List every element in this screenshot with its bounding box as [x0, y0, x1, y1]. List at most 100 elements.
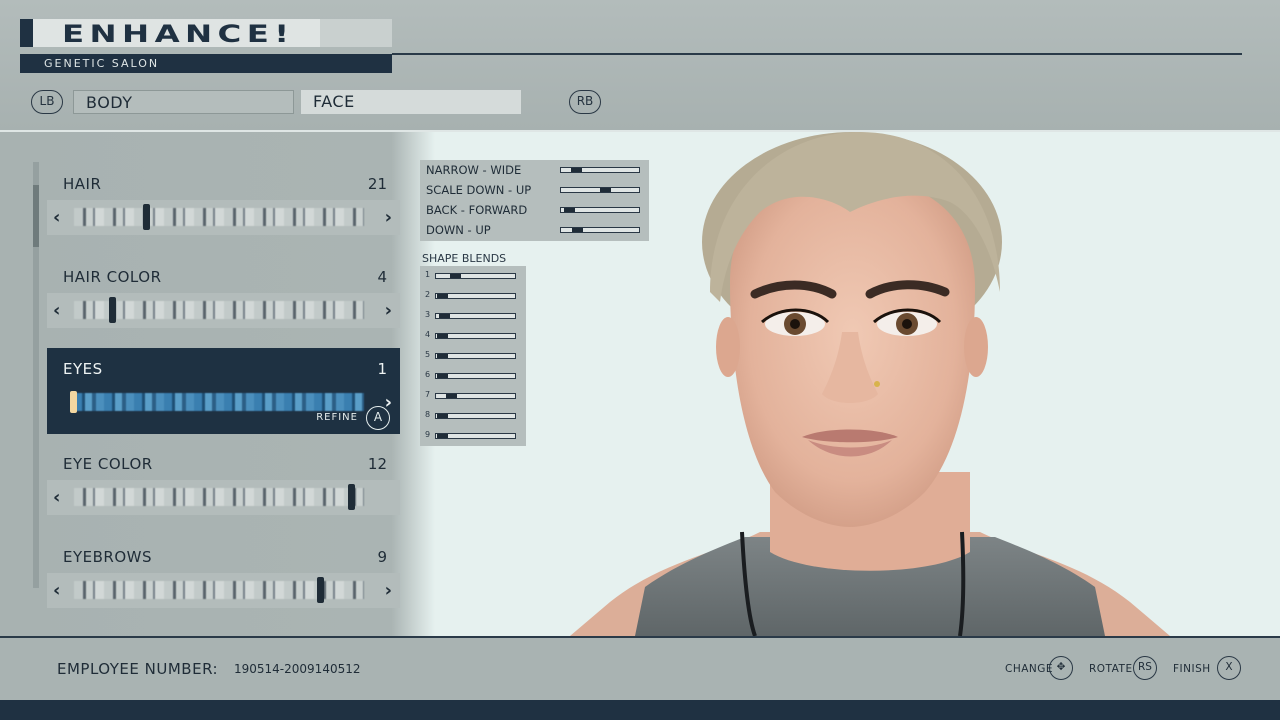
- change-hint-label: CHANGE: [1005, 663, 1054, 675]
- feature-selector[interactable]: ‹ ›: [47, 293, 400, 328]
- blend-handle[interactable]: [437, 374, 448, 378]
- slider-down-up[interactable]: DOWN - UP: [426, 220, 646, 240]
- employee-number-label: EMPLOYEE NUMBER:: [57, 660, 219, 678]
- page-subtitle: GENETIC SALON: [44, 57, 160, 70]
- slider-handle[interactable]: [571, 168, 582, 172]
- character-face-preview[interactable]: [570, 132, 1170, 636]
- blend-track[interactable]: [435, 433, 516, 439]
- finish-hint-label: FINISH: [1173, 663, 1211, 675]
- feature-swatches[interactable]: [74, 488, 364, 506]
- chevron-right-icon[interactable]: ›: [385, 580, 392, 601]
- slider-handle[interactable]: [564, 208, 575, 212]
- feature-swatches[interactable]: [74, 208, 364, 226]
- shape-blends-panel: 1 2 3 4 5 6 7 8 9: [420, 266, 526, 446]
- feature-swatches[interactable]: [74, 301, 364, 319]
- blend-slider-8[interactable]: 8: [425, 406, 525, 426]
- feature-selector[interactable]: ‹ ›: [47, 573, 400, 608]
- slider-handle[interactable]: [600, 188, 611, 192]
- blend-label: 2: [425, 290, 431, 299]
- blend-label: 1: [425, 270, 431, 279]
- slider-label: SCALE DOWN - UP: [426, 183, 532, 197]
- feature-eye-color[interactable]: EYE COLOR 12 ‹: [47, 443, 400, 529]
- blend-label: 3: [425, 310, 431, 319]
- slider-track[interactable]: [560, 207, 640, 213]
- slider-track[interactable]: [560, 227, 640, 233]
- blend-label: 6: [425, 370, 431, 379]
- feature-swatches[interactable]: [74, 393, 364, 411]
- blend-slider-9[interactable]: 9: [425, 426, 525, 446]
- selection-marker: [143, 204, 150, 230]
- finish-button[interactable]: X: [1217, 656, 1241, 680]
- blend-handle[interactable]: [446, 394, 457, 398]
- blend-handle[interactable]: [437, 434, 448, 438]
- dpad-icon[interactable]: ✥: [1049, 656, 1073, 680]
- slider-handle[interactable]: [572, 228, 583, 232]
- rb-button[interactable]: RB: [569, 90, 601, 114]
- feature-hair-color[interactable]: HAIR COLOR 4 ‹ ›: [47, 256, 400, 342]
- blend-slider-1[interactable]: 1: [425, 266, 525, 286]
- blend-slider-7[interactable]: 7: [425, 386, 525, 406]
- blend-handle[interactable]: [437, 294, 448, 298]
- blend-slider-4[interactable]: 4: [425, 326, 525, 346]
- chevron-right-icon[interactable]: ›: [385, 300, 392, 321]
- slider-back-forward[interactable]: BACK - FORWARD: [426, 200, 646, 220]
- feature-scrollbar-thumb[interactable]: [33, 185, 39, 247]
- header-divider: [392, 53, 1242, 55]
- feature-label: HAIR: [63, 175, 102, 193]
- slider-scale-down-up[interactable]: SCALE DOWN - UP: [426, 180, 646, 200]
- slider-narrow-wide[interactable]: NARROW - WIDE: [426, 160, 646, 180]
- feature-label: EYEBROWS: [63, 548, 152, 566]
- rotate-button[interactable]: RS: [1133, 656, 1157, 680]
- tab-face[interactable]: FACE: [301, 90, 521, 114]
- blend-track[interactable]: [435, 333, 516, 339]
- chevron-left-icon[interactable]: ‹: [53, 580, 60, 601]
- feature-selector[interactable]: ‹ ›: [47, 200, 400, 235]
- blend-slider-5[interactable]: 5: [425, 346, 525, 366]
- chevron-left-icon[interactable]: ‹: [53, 487, 60, 508]
- chevron-left-icon[interactable]: ‹: [53, 207, 60, 228]
- blend-track[interactable]: [435, 353, 516, 359]
- slider-track[interactable]: [560, 167, 640, 173]
- selection-marker: [70, 391, 77, 413]
- chevron-right-icon[interactable]: ›: [385, 207, 392, 228]
- slider-label: NARROW - WIDE: [426, 163, 522, 177]
- feature-label: EYES: [63, 360, 103, 378]
- title-stripe: [20, 19, 33, 47]
- feature-eyebrows[interactable]: EYEBROWS 9 ‹ ›: [47, 536, 400, 622]
- subtitle-bar: GENETIC SALON: [20, 54, 392, 73]
- feature-value: 1: [377, 360, 387, 378]
- selection-marker: [109, 297, 116, 323]
- feature-hair[interactable]: HAIR 21 ‹ ›: [47, 163, 400, 249]
- blend-slider-3[interactable]: 3: [425, 306, 525, 326]
- blend-handle[interactable]: [437, 354, 448, 358]
- blend-slider-2[interactable]: 2: [425, 286, 525, 306]
- shape-blends-title: SHAPE BLENDS: [422, 252, 507, 265]
- blend-handle[interactable]: [439, 314, 450, 318]
- refine-button[interactable]: A: [366, 406, 390, 430]
- blend-track[interactable]: [435, 273, 516, 279]
- feature-label: EYE COLOR: [63, 455, 153, 473]
- tab-body[interactable]: BODY: [73, 90, 294, 114]
- blend-label: 4: [425, 330, 431, 339]
- bottom-bar: [0, 700, 1280, 720]
- feature-selector[interactable]: ‹: [47, 480, 400, 515]
- rotate-hint-label: ROTATE: [1089, 663, 1133, 675]
- blend-slider-6[interactable]: 6: [425, 366, 525, 386]
- blend-track[interactable]: [435, 293, 516, 299]
- blend-handle[interactable]: [437, 414, 448, 418]
- slider-label: BACK - FORWARD: [426, 203, 528, 217]
- blend-track[interactable]: [435, 373, 516, 379]
- refine-label: REFINE: [316, 412, 358, 423]
- lb-button[interactable]: LB: [31, 90, 63, 114]
- slider-track[interactable]: [560, 187, 640, 193]
- chevron-left-icon[interactable]: ‹: [53, 300, 60, 321]
- feature-eyes[interactable]: EYES 1 › REFINE A: [47, 348, 400, 434]
- blend-handle[interactable]: [437, 334, 448, 338]
- slider-label: DOWN - UP: [426, 223, 491, 237]
- blend-track[interactable]: [435, 393, 516, 399]
- blend-handle[interactable]: [450, 274, 461, 278]
- selection-marker: [317, 577, 324, 603]
- blend-track[interactable]: [435, 413, 516, 419]
- feature-value: 4: [377, 268, 387, 286]
- blend-track[interactable]: [435, 313, 516, 319]
